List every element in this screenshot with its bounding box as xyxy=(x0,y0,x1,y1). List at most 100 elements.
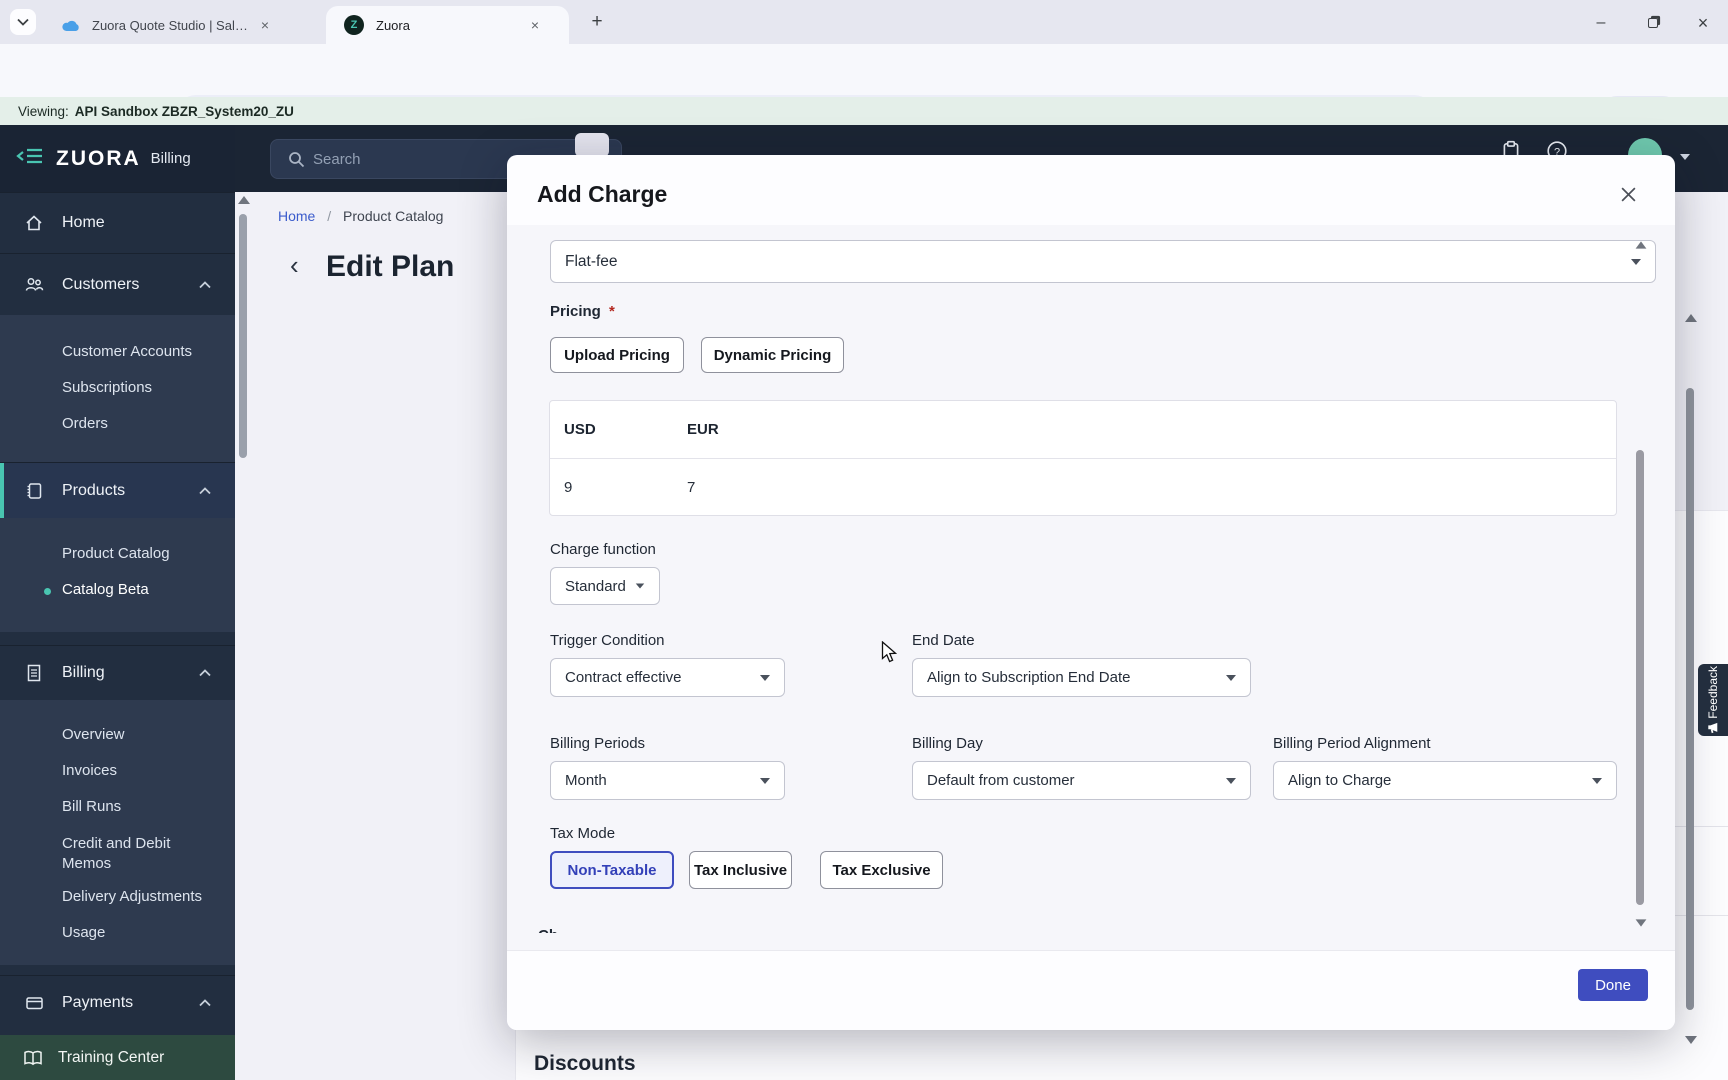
sidebar-item-invoices[interactable]: Invoices xyxy=(62,762,117,779)
new-tab-button[interactable]: + xyxy=(585,10,609,34)
end-date-select[interactable]: Align to Subscription End Date xyxy=(912,658,1251,697)
billing-period-alignment-select[interactable]: Align to Charge xyxy=(1273,761,1617,800)
end-date-label: End Date xyxy=(912,632,975,649)
page-title: Edit Plan xyxy=(326,250,455,283)
breadcrumb-home-link[interactable]: Home xyxy=(278,208,315,224)
product-name: Billing xyxy=(150,150,191,167)
sidebar-item-overview[interactable]: Overview xyxy=(62,726,125,743)
trigger-condition-label: Trigger Condition xyxy=(550,632,665,649)
chevron-up-icon xyxy=(199,664,211,682)
sidebar-item-catalog-beta[interactable]: Catalog Beta xyxy=(62,581,149,598)
active-item-dot xyxy=(44,588,51,595)
products-icon xyxy=(24,481,46,501)
sidebar-item-product-catalog[interactable]: Product Catalog xyxy=(62,545,170,562)
caret-down-icon xyxy=(1226,674,1236,681)
billing-day-value: Default from customer xyxy=(927,772,1075,789)
breadcrumb-separator: / xyxy=(327,208,332,224)
modal-scroll-down-icon[interactable] xyxy=(1635,919,1647,927)
sidebar-item-customers[interactable]: Customers xyxy=(0,253,235,315)
tab-title: Zuora Quote Studio | Salesforce xyxy=(92,17,252,33)
modal-body xyxy=(507,225,1675,950)
charge-model-select[interactable]: Flat-fee xyxy=(550,240,1656,283)
pricing-label-text: Pricing xyxy=(550,303,601,320)
breadcrumb: Home / Product Catalog xyxy=(278,208,443,224)
modal-scrollbar-thumb[interactable] xyxy=(1636,450,1644,905)
price-col-usd: USD xyxy=(564,421,596,438)
tax-exclusive-button[interactable]: Tax Exclusive xyxy=(820,851,943,889)
scrollbar-thumb[interactable] xyxy=(239,214,247,458)
scroll-up-icon[interactable] xyxy=(1685,314,1697,322)
sidebar-item-training-center[interactable]: Training Center xyxy=(0,1035,235,1080)
charge-function-select[interactable]: Standard xyxy=(550,567,660,605)
price-table-row[interactable]: 9 7 xyxy=(550,459,1616,516)
sidebar-item-label: Products xyxy=(62,481,126,499)
modal-footer: Done xyxy=(507,950,1675,1030)
breadcrumb-current: Product Catalog xyxy=(343,208,444,224)
zuora-logo: ZUORA xyxy=(56,146,141,170)
scroll-down-icon[interactable] xyxy=(1685,1036,1697,1044)
tab-title: Zuora xyxy=(376,17,410,33)
chevron-up-icon xyxy=(199,994,211,1012)
sidebar-item-customer-accounts[interactable]: Customer Accounts xyxy=(62,343,192,360)
sidebar-logo-row: ZUORA Billing xyxy=(0,125,235,192)
window-restore-button[interactable] xyxy=(1640,12,1666,34)
sidebar-item-bill-runs[interactable]: Bill Runs xyxy=(62,798,121,815)
window-close-button[interactable]: × xyxy=(1690,12,1716,34)
products-subgroup: Product Catalog Catalog Beta xyxy=(0,518,235,632)
sidebar-item-products[interactable]: Products xyxy=(0,462,235,519)
search-shortcut-chip xyxy=(575,133,609,157)
trigger-condition-select[interactable]: Contract effective xyxy=(550,658,785,697)
window-minimize-button[interactable]: – xyxy=(1588,12,1614,34)
clipped-text-fragment: Ch xyxy=(538,927,560,933)
environment-banner: Viewing: API Sandbox ZBZR_System20_ZU xyxy=(0,97,1728,125)
sidebar-item-credit-debit-memos[interactable]: Credit and Debit Memos xyxy=(62,834,212,874)
tab-salesforce[interactable]: Zuora Quote Studio | Salesforce × xyxy=(44,6,302,44)
search-icon xyxy=(289,151,305,167)
sidebar: ZUORA Billing Home Customers Customer Ac… xyxy=(0,125,235,1080)
scroll-up-icon[interactable] xyxy=(238,196,250,204)
banner-prefix: Viewing: xyxy=(18,103,69,119)
billing-day-select[interactable]: Default from customer xyxy=(912,761,1251,800)
caret-down-icon xyxy=(760,777,770,784)
billing-period-alignment-value: Align to Charge xyxy=(1288,772,1392,789)
back-button[interactable]: ‹ xyxy=(290,250,299,281)
sidebar-item-delivery-adjustments[interactable]: Delivery Adjustments xyxy=(62,888,202,905)
upload-pricing-button[interactable]: Upload Pricing xyxy=(550,337,684,373)
caret-down-icon xyxy=(760,674,770,681)
dynamic-pricing-button[interactable]: Dynamic Pricing xyxy=(701,337,844,373)
price-col-eur: EUR xyxy=(687,421,719,438)
sidebar-collapse-icon[interactable] xyxy=(16,147,44,170)
sidebar-item-billing[interactable]: Billing xyxy=(0,645,235,700)
billing-period-alignment-label: Billing Period Alignment xyxy=(1273,735,1431,752)
sidebar-item-home[interactable]: Home xyxy=(0,192,235,252)
sidebar-item-orders[interactable]: Orders xyxy=(62,415,108,432)
sidebar-item-payments[interactable]: Payments xyxy=(0,975,235,1030)
charge-function-value: Standard xyxy=(565,577,626,595)
caret-down-icon xyxy=(635,583,645,589)
sidebar-item-usage[interactable]: Usage xyxy=(62,924,105,941)
caret-down-icon[interactable] xyxy=(1680,154,1690,160)
billing-day-label: Billing Day xyxy=(912,735,983,752)
done-button[interactable]: Done xyxy=(1578,969,1648,1001)
tax-inclusive-button[interactable]: Tax Inclusive xyxy=(689,851,792,889)
sidebar-item-label: Billing xyxy=(62,664,105,681)
modal-scroll-up-icon[interactable] xyxy=(1635,241,1647,249)
tab-search-button[interactable] xyxy=(10,9,36,35)
sidebar-item-subscriptions[interactable]: Subscriptions xyxy=(62,379,152,396)
active-section-indicator xyxy=(0,463,4,519)
scrollbar-thumb[interactable] xyxy=(1686,388,1694,1010)
tab-close-icon[interactable]: × xyxy=(256,16,274,34)
charge-model-value: Flat-fee xyxy=(565,252,618,270)
content-scrollbar[interactable] xyxy=(237,192,250,1080)
modal-close-icon[interactable] xyxy=(1620,186,1637,208)
chevron-down-icon xyxy=(17,18,29,26)
feedback-tab[interactable]: Feedback xyxy=(1698,664,1728,736)
tab-zuora[interactable]: Z Zuora × xyxy=(326,6,569,44)
trigger-condition-value: Contract effective xyxy=(565,669,682,686)
tab-close-icon[interactable]: × xyxy=(526,16,544,34)
billing-periods-select[interactable]: Month xyxy=(550,761,785,800)
screen: Zuora Quote Studio | Salesforce × Z Zuor… xyxy=(0,0,1728,1080)
tax-non-taxable-button[interactable]: Non-Taxable xyxy=(550,851,674,889)
discounts-section-heading: Discounts xyxy=(534,1052,636,1075)
page-scrollbar[interactable] xyxy=(1684,300,1698,1060)
